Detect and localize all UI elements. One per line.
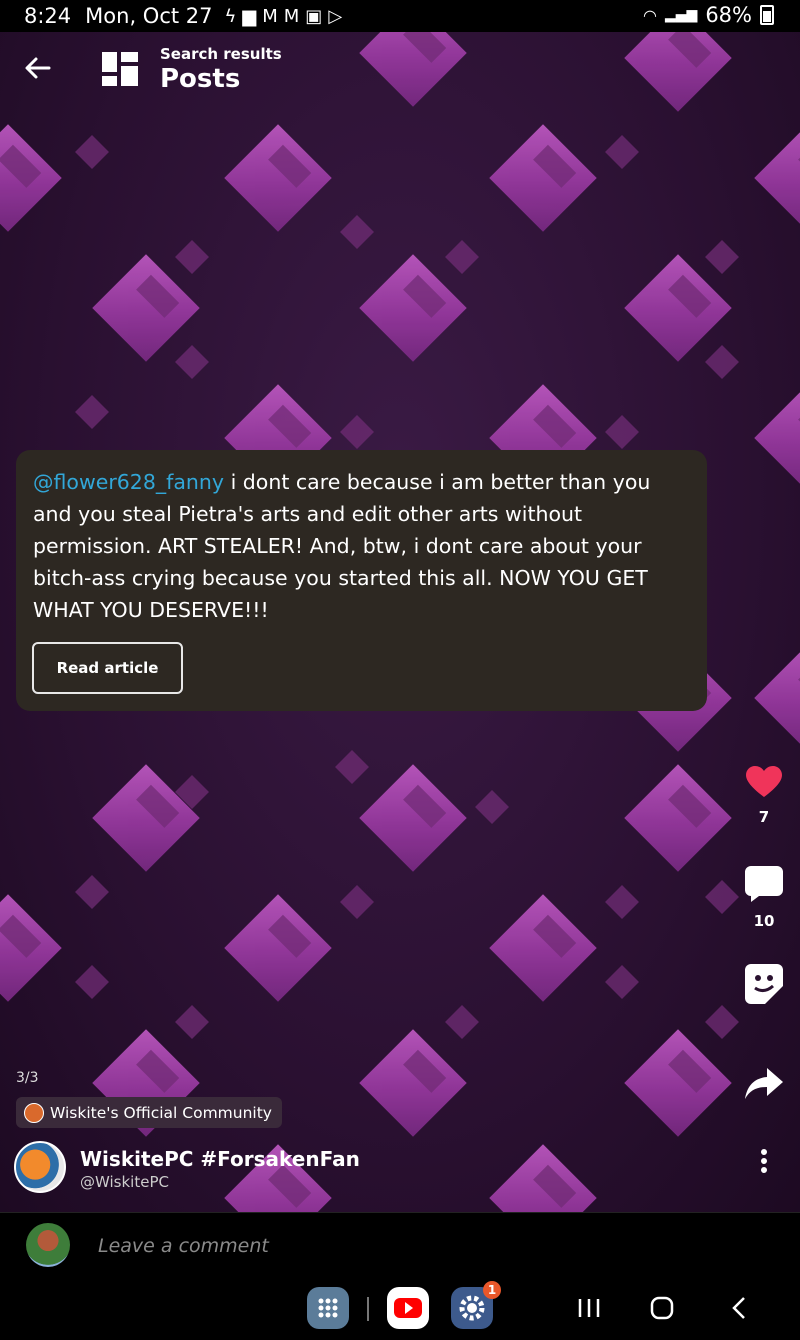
page-counter: 3/3 — [16, 1070, 39, 1086]
youtube-app-button[interactable] — [387, 1287, 429, 1329]
recents-icon — [578, 1299, 600, 1317]
current-user-avatar — [26, 1223, 70, 1267]
community-name: Wiskite's Official Community — [50, 1103, 272, 1122]
home-button[interactable] — [650, 1296, 674, 1324]
system-back-button[interactable] — [728, 1296, 752, 1324]
battery-icon — [760, 5, 774, 25]
page-title: Posts — [160, 64, 241, 94]
status-right: ◠ ▂▄▆ 68% — [643, 3, 774, 27]
battery-level: 68% — [705, 3, 752, 27]
heart-icon — [746, 766, 782, 797]
post-card: @flower628_fanny i dont care because i a… — [16, 450, 707, 711]
recents-button[interactable] — [577, 1296, 601, 1324]
sticker-action[interactable] — [740, 964, 788, 1008]
share-icon — [745, 1068, 783, 1099]
grid-icon — [318, 1298, 338, 1318]
home-icon — [650, 1296, 674, 1320]
gmail-icon: M — [283, 5, 300, 27]
gmail-icon: M — [262, 5, 278, 27]
community-tag[interactable]: Wiskite's Official Community — [16, 1097, 282, 1128]
youtube-icon — [394, 1298, 422, 1318]
posts-icon — [102, 52, 138, 86]
settings-badge: 1 — [483, 1281, 501, 1299]
wifi-icon: ◠ — [643, 5, 657, 25]
status-time: 8:24 — [24, 4, 72, 28]
comment-count: 10 — [753, 912, 775, 930]
post-text: @flower628_fanny i dont care because i a… — [33, 466, 691, 626]
more-options-button[interactable] — [754, 1147, 774, 1177]
notification-icons: ϟ ▆ M M ▣ ▷ — [225, 6, 343, 27]
status-bar: 8:24 Mon, Oct 27 ϟ ▆ M M ▣ ▷ ◠ ▂▄▆ 68% — [0, 0, 800, 32]
settings-app-button[interactable]: 1 — [451, 1281, 501, 1329]
read-article-button[interactable]: Read article — [32, 642, 183, 694]
back-button[interactable] — [22, 52, 54, 84]
comment-action[interactable]: 10 — [740, 866, 788, 930]
community-avatar-icon — [24, 1102, 44, 1123]
user-mention-link[interactable]: @flower628_fanny — [33, 470, 224, 494]
app-drawer-button[interactable] — [307, 1287, 349, 1329]
arrow-left-icon — [25, 57, 51, 79]
sticker-icon — [745, 964, 783, 1004]
share-action[interactable] — [740, 1068, 788, 1104]
flash-icon: ϟ — [224, 5, 237, 27]
like-action[interactable]: 7 — [740, 766, 788, 826]
signal-icon: ▂▄▆ — [665, 7, 698, 23]
chevron-left-icon — [732, 1297, 745, 1319]
comment-bar — [0, 1212, 800, 1277]
header-subtitle: Search results — [160, 45, 282, 63]
comment-icon — [745, 866, 783, 902]
author-name[interactable]: WiskitePC #ForsakenFan — [80, 1147, 360, 1171]
more-vertical-icon — [761, 1149, 767, 1155]
nav-divider — [367, 1297, 369, 1321]
comment-input[interactable] — [96, 1229, 700, 1263]
image-icon: ▣ — [305, 5, 323, 27]
system-nav-bar: 1 — [0, 1276, 800, 1340]
like-count: 7 — [758, 808, 770, 826]
status-date: Mon, Oct 27 — [85, 4, 213, 28]
play-icon: ▷ — [328, 5, 343, 27]
folder-icon: ▆ — [242, 5, 257, 27]
author-handle[interactable]: @WiskitePC — [80, 1173, 169, 1191]
author-avatar[interactable] — [14, 1141, 66, 1193]
